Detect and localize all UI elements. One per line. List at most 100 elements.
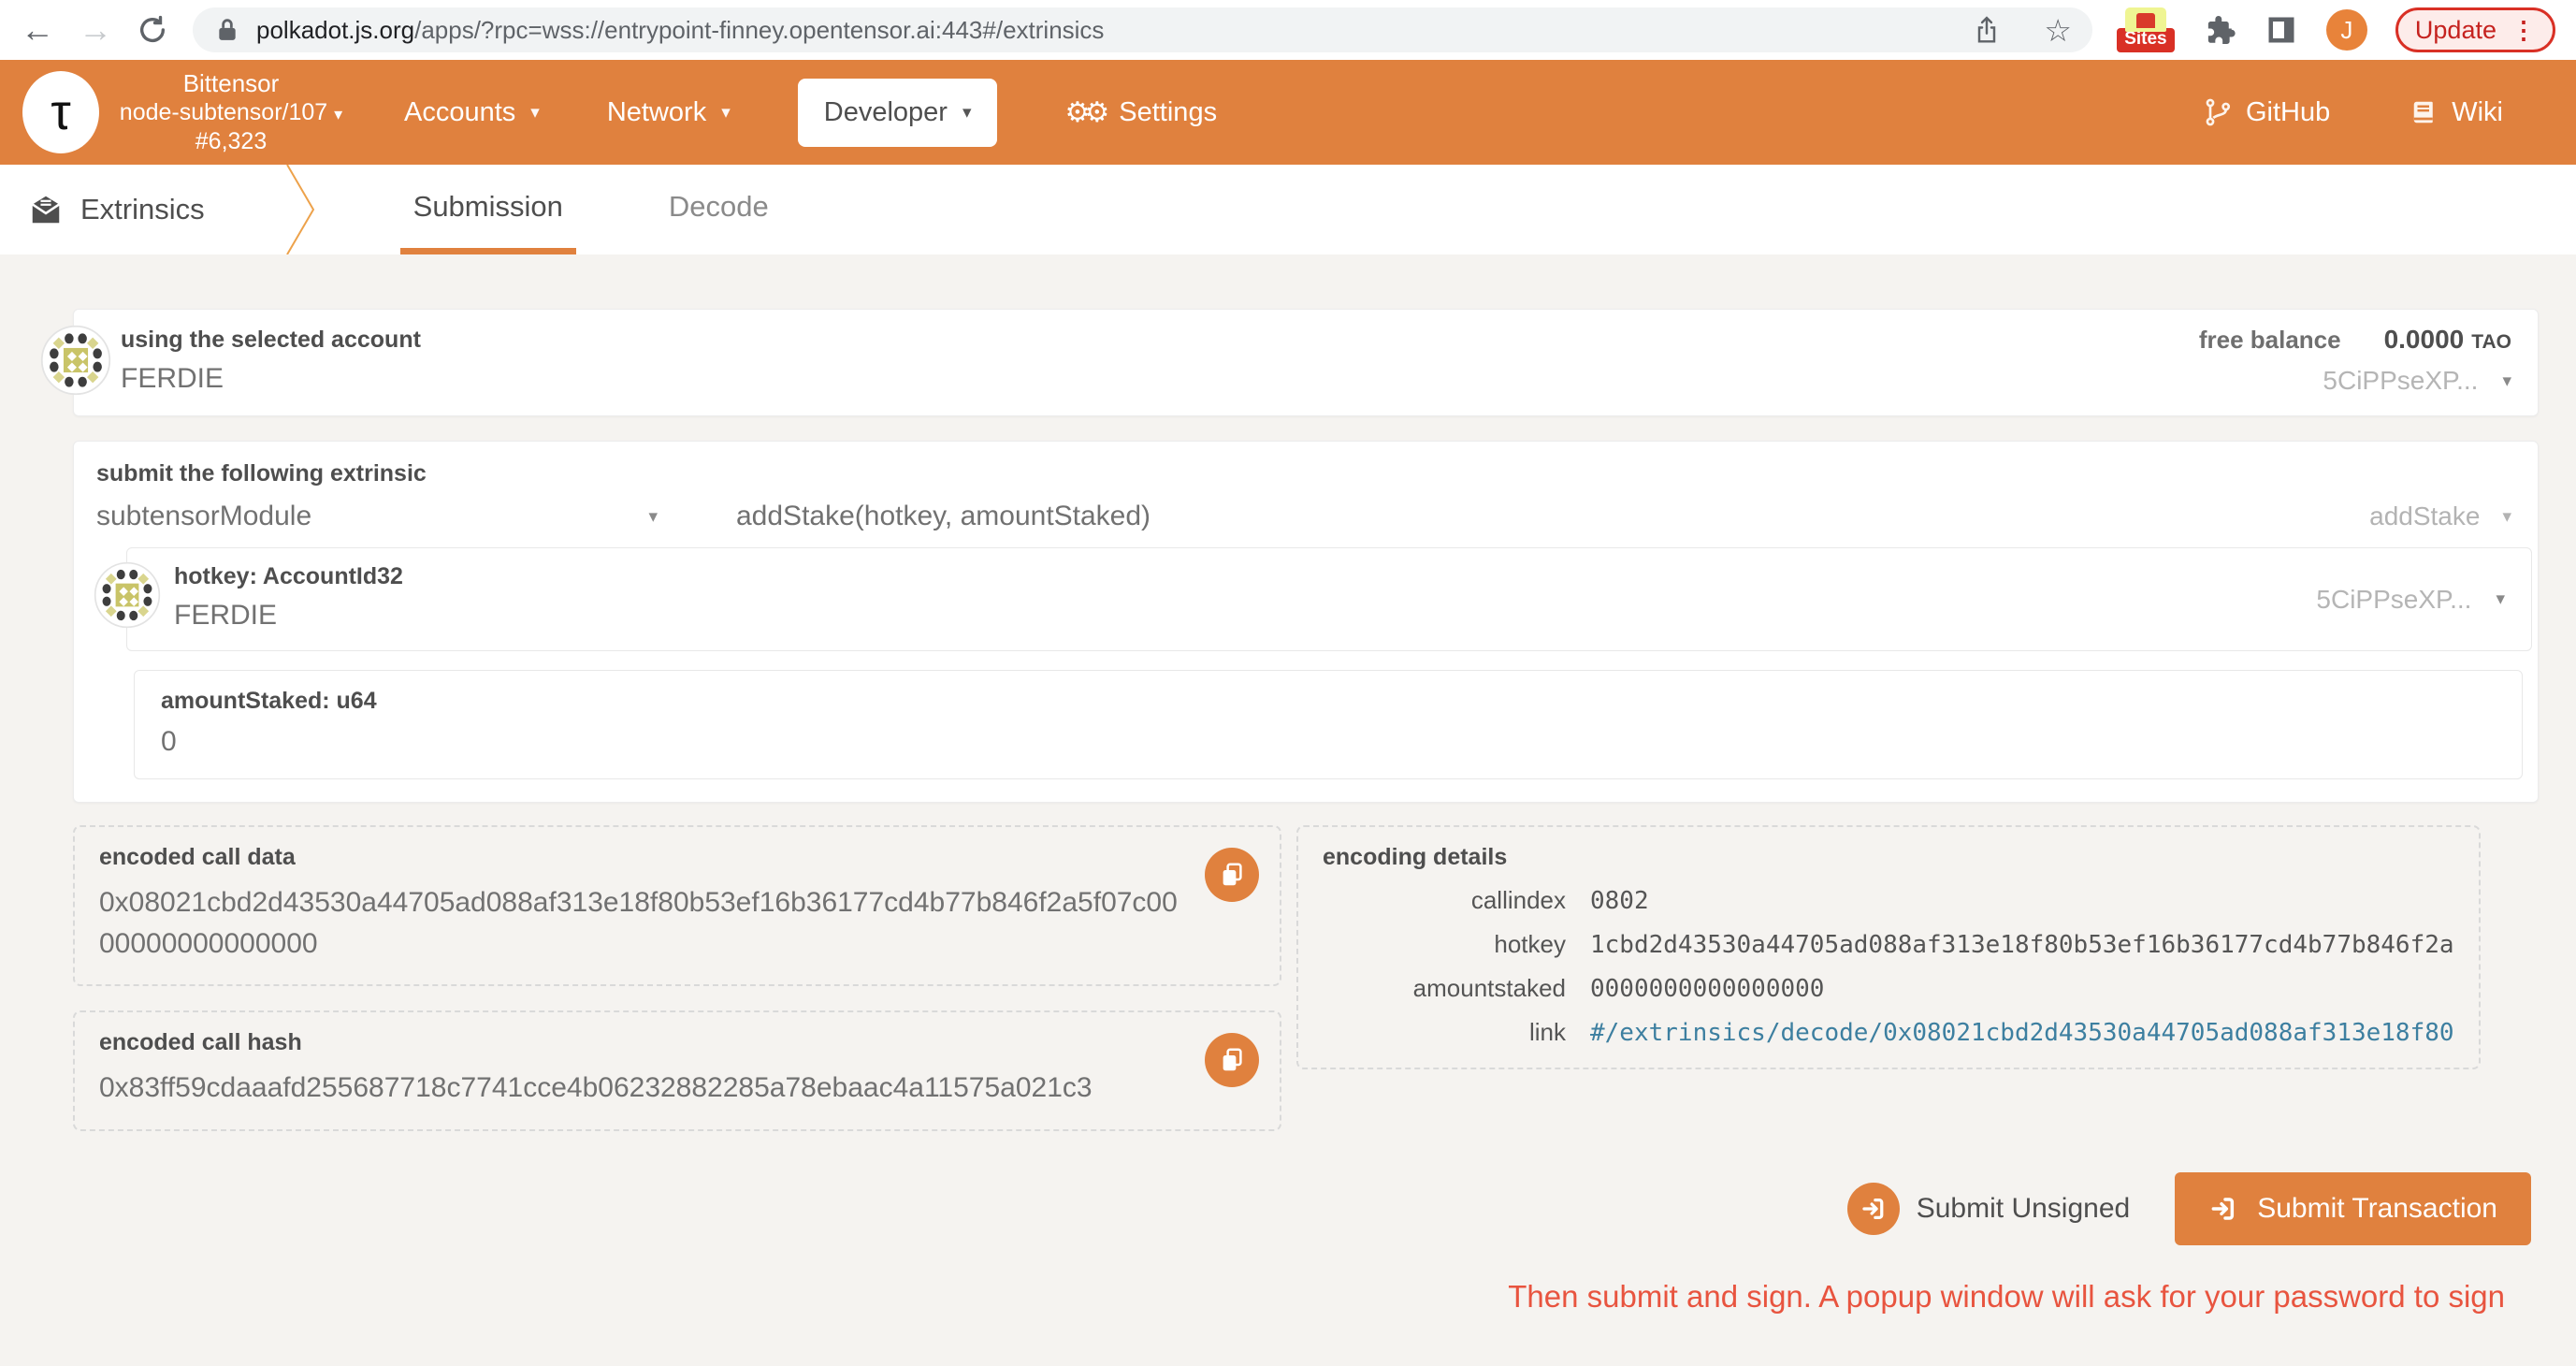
extrinsics-page: using the selected account FERDIE free b… bbox=[0, 254, 2576, 1315]
hotkey-address-dropdown[interactable]: 5CiPPseXP... ▾ bbox=[2316, 585, 2505, 615]
param-amount-card: amountStaked: u64 bbox=[134, 670, 2523, 779]
encoded-section: encoded call data 0x08021cbd2d43530a4470… bbox=[73, 825, 2539, 1131]
account-address-short: 5CiPPseXP... bbox=[2323, 366, 2478, 396]
method-select-value: addStake bbox=[2369, 501, 2480, 531]
amount-input[interactable] bbox=[161, 726, 2379, 758]
sign-in-icon bbox=[2208, 1194, 2238, 1224]
book-icon bbox=[2410, 96, 2439, 128]
encoding-details-title: encoding details bbox=[1323, 844, 2454, 871]
address-bar[interactable]: polkadot.js.org/apps/?rpc=wss://entrypoi… bbox=[193, 7, 2092, 52]
caret-down-icon: ▾ bbox=[2496, 589, 2505, 610]
wiki-link[interactable]: Wiki bbox=[2410, 96, 2503, 128]
submit-unsigned-label: Submit Unsigned bbox=[1917, 1193, 2130, 1225]
side-panel-icon[interactable] bbox=[2265, 12, 2298, 48]
node-name: node-subtensor/107 ▾ bbox=[114, 98, 348, 127]
detail-label-amountstaked: amountstaked bbox=[1323, 974, 1566, 1003]
account-selector-card[interactable]: using the selected account FERDIE free b… bbox=[73, 309, 2539, 416]
chain-name: Bittensor bbox=[114, 68, 348, 99]
gear-icon: ⚙⚙ bbox=[1064, 96, 1104, 129]
url-path: /apps/?rpc=wss://entrypoint-finney.opent… bbox=[414, 16, 1104, 44]
tab-submission[interactable]: Submission bbox=[400, 165, 576, 254]
chain-selector[interactable]: Bittensor node-subtensor/107 ▾ #6,323 bbox=[114, 68, 348, 157]
github-link[interactable]: GitHub bbox=[2203, 96, 2330, 128]
param-hotkey-card[interactable]: hotkey: AccountId32 FERDIE 5CiPPseXP... … bbox=[126, 547, 2532, 651]
detail-value-hotkey: 1cbd2d43530a44705ad088af313e18f80b53ef16… bbox=[1590, 931, 2454, 959]
detail-label-callindex: callindex bbox=[1323, 886, 1566, 915]
caret-down-icon: ▾ bbox=[648, 506, 658, 528]
caret-down-icon: ▾ bbox=[962, 102, 972, 124]
hotkey-param-value: FERDIE bbox=[174, 600, 2505, 632]
update-label: Update bbox=[2415, 16, 2496, 45]
tab-bar: Extrinsics Submission Decode bbox=[0, 165, 2576, 254]
browser-forward-icon[interactable]: → bbox=[79, 13, 112, 47]
free-balance-unit: TAO bbox=[2471, 331, 2511, 353]
method-signature: addStake(hotkey, amountStaked) bbox=[736, 501, 1151, 532]
chrome-update-button[interactable]: Update ⋮ bbox=[2395, 7, 2555, 52]
caret-down-icon: ▾ bbox=[721, 102, 731, 124]
chevron-divider bbox=[280, 165, 321, 254]
nav-network[interactable]: Network▾ bbox=[607, 97, 731, 128]
bookmark-star-icon[interactable]: ☆ bbox=[2044, 15, 2072, 46]
extrinsic-field-label: submit the following extrinsic bbox=[96, 460, 2511, 487]
extensions-puzzle-icon[interactable] bbox=[2203, 13, 2236, 47]
decode-link[interactable]: #/extrinsics/decode/0x08021cbd2d43530a44… bbox=[1590, 1019, 2454, 1047]
tabs: Submission Decode bbox=[400, 165, 782, 254]
caret-down-icon: ▾ bbox=[530, 102, 540, 124]
account-identicon[interactable] bbox=[40, 325, 111, 396]
detail-label-hotkey: hotkey bbox=[1323, 930, 1566, 959]
section-title: Extrinsics bbox=[0, 165, 205, 254]
bittensor-logo[interactable]: τ bbox=[22, 71, 99, 153]
tau-glyph: τ bbox=[51, 83, 70, 141]
encoded-call-hash-box: encoded call hash 0x83ff59cdaaafd2556877… bbox=[73, 1010, 1281, 1131]
encoded-call-data-value: 0x08021cbd2d43530a44705ad088af313e18f80b… bbox=[99, 882, 1255, 964]
free-balance-label: free balance bbox=[2199, 326, 2341, 354]
module-select-value: subtensorModule bbox=[96, 501, 311, 532]
method-select[interactable]: addStake ▾ bbox=[2369, 501, 2511, 531]
browser-back-icon[interactable]: ← bbox=[21, 13, 54, 47]
actions-row: Submit Unsigned Submit Transaction bbox=[0, 1172, 2576, 1245]
submit-transaction-button[interactable]: Submit Transaction bbox=[2175, 1172, 2531, 1245]
browser-profile-avatar[interactable]: J bbox=[2326, 9, 2367, 51]
copy-call-hash-button[interactable] bbox=[1205, 1033, 1259, 1087]
git-branch-icon bbox=[2203, 96, 2233, 128]
main-nav: Accounts▾ Network▾ Developer▾ ⚙⚙Settings bbox=[404, 79, 1217, 147]
submit-transaction-label: Submit Transaction bbox=[2257, 1193, 2497, 1225]
account-field-label: using the selected account bbox=[121, 327, 2511, 354]
url-text: polkadot.js.org/apps/?rpc=wss://entrypoi… bbox=[256, 16, 1956, 45]
copy-call-data-button[interactable] bbox=[1205, 848, 1259, 902]
header-external-links: GitHub Wiki bbox=[2203, 96, 2503, 128]
sites-extension-icon[interactable]: Sites bbox=[2117, 7, 2175, 52]
encoded-call-data-label: encoded call data bbox=[99, 844, 1255, 871]
nav-developer[interactable]: Developer▾ bbox=[798, 79, 998, 147]
share-icon[interactable] bbox=[1973, 15, 2001, 45]
extrinsic-card: submit the following extrinsic subtensor… bbox=[73, 441, 2539, 803]
browser-chrome: ← → polkadot.js.org/apps/?rpc=wss://entr… bbox=[0, 0, 2576, 60]
amount-param-label: amountStaked: u64 bbox=[161, 688, 2496, 715]
caret-down-icon: ▾ bbox=[2502, 506, 2511, 528]
hotkey-address-short: 5CiPPseXP... bbox=[2316, 585, 2471, 615]
mail-icon bbox=[28, 192, 64, 227]
browser-reload-icon[interactable] bbox=[137, 14, 168, 46]
detail-label-link: link bbox=[1323, 1018, 1566, 1047]
browser-menu-dots-icon[interactable]: ⋮ bbox=[2511, 16, 2536, 45]
account-address-dropdown[interactable]: 5CiPPseXP... ▾ bbox=[2199, 366, 2511, 396]
sites-extension-art bbox=[2125, 7, 2166, 32]
detail-value-amountstaked: 0000000000000000 bbox=[1590, 975, 2454, 1003]
url-host: polkadot.js.org bbox=[256, 16, 414, 44]
nav-settings[interactable]: ⚙⚙Settings bbox=[1064, 96, 1217, 129]
lock-icon bbox=[215, 16, 239, 44]
app-header: τ Bittensor node-subtensor/107 ▾ #6,323 … bbox=[0, 60, 2576, 165]
tab-decode[interactable]: Decode bbox=[656, 165, 782, 254]
account-balance-block: free balance0.0000TAO 5CiPPseXP... ▾ bbox=[2199, 325, 2511, 396]
encoded-call-hash-label: encoded call hash bbox=[99, 1029, 1255, 1056]
encoding-details-box: encoding details callindex 0802 hotkey 1… bbox=[1296, 825, 2481, 1069]
module-select[interactable]: subtensorModule ▾ bbox=[96, 501, 658, 532]
browser-toolbar-icons: Sites J Update ⋮ bbox=[2117, 7, 2555, 52]
sign-in-icon bbox=[1847, 1183, 1900, 1235]
submit-unsigned-button[interactable]: Submit Unsigned bbox=[1847, 1183, 2130, 1235]
chain-caret-icon: ▾ bbox=[334, 105, 342, 124]
caret-down-icon: ▾ bbox=[2502, 371, 2511, 392]
hotkey-identicon[interactable] bbox=[94, 561, 161, 629]
detail-value-callindex: 0802 bbox=[1590, 887, 2454, 915]
nav-accounts[interactable]: Accounts▾ bbox=[404, 97, 540, 128]
